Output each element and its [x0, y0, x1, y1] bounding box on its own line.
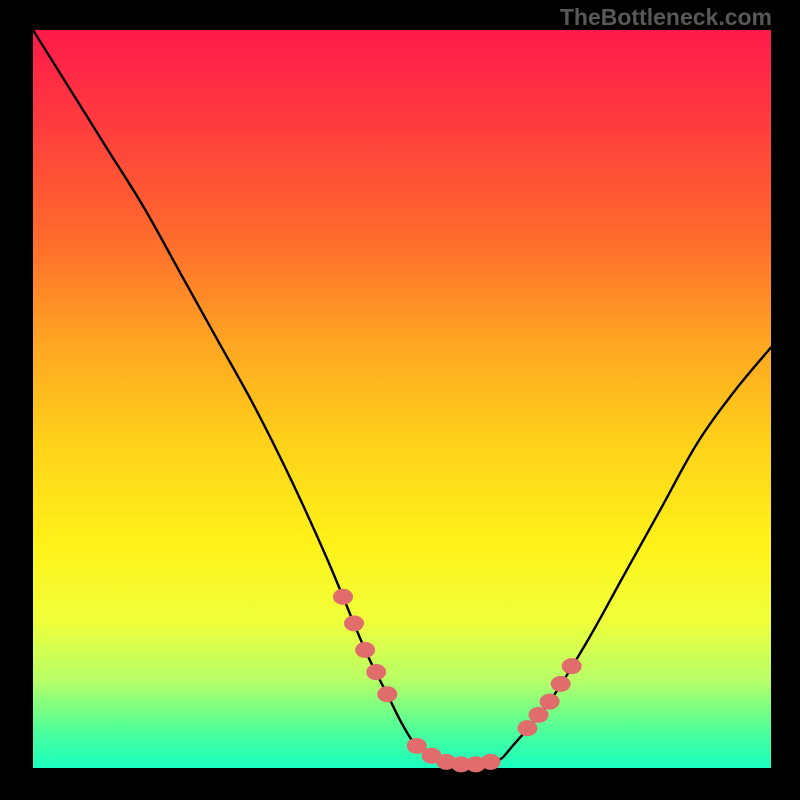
curve-marker: [333, 589, 353, 605]
watermark-text: TheBottleneck.com: [560, 4, 772, 31]
curve-marker: [517, 720, 537, 736]
curve-marker: [344, 615, 364, 631]
curve-marker: [540, 694, 560, 710]
curve-marker: [551, 676, 571, 692]
curve-marker: [366, 664, 386, 680]
curve-marker: [529, 707, 549, 723]
curve-marker: [355, 642, 375, 658]
curve-marker: [377, 686, 397, 702]
curve-marker: [481, 754, 501, 770]
chart-stage: TheBottleneck.com: [0, 0, 800, 800]
bottleneck-curve: [0, 0, 800, 800]
curve-marker: [562, 658, 582, 674]
marker-group: [333, 589, 582, 773]
curve-path: [33, 30, 771, 765]
